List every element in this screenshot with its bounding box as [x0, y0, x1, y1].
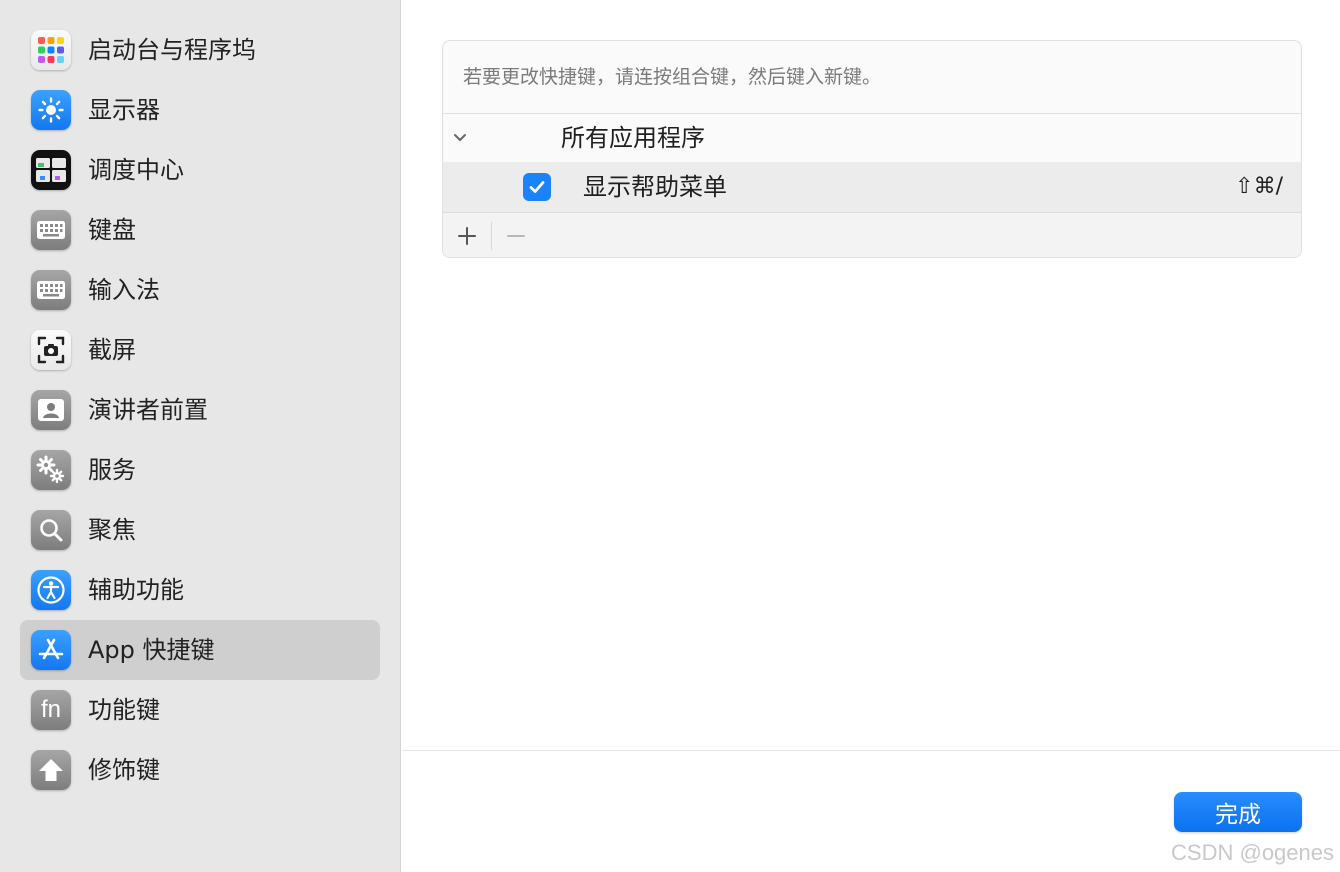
modifier-key-icon [31, 750, 71, 790]
sidebar-item-launchpad-dock[interactable]: 启动台与程序坞 [20, 20, 380, 80]
minus-icon [507, 235, 525, 237]
sidebar-item-function-keys[interactable]: fn 功能键 [20, 680, 380, 740]
sidebar-item-label: 启动台与程序坞 [88, 36, 256, 64]
sidebar-item-label: 输入法 [88, 276, 160, 304]
sidebar-item-app-shortcuts[interactable]: App 快捷键 [20, 620, 380, 680]
sidebar-item-label: 聚焦 [88, 516, 136, 544]
spotlight-icon [31, 510, 71, 550]
panel-toolbar [443, 213, 1301, 257]
sidebar-item-label: 调度中心 [88, 156, 184, 184]
sidebar-item-screenshot[interactable]: 截屏 [20, 320, 380, 380]
sidebar-item-keyboard[interactable]: 键盘 [20, 200, 380, 260]
display-icon [31, 90, 71, 130]
sidebar-item-mission-control[interactable]: 调度中心 [20, 140, 380, 200]
sidebar-item-label: 功能键 [88, 696, 160, 724]
footer-divider [402, 750, 1340, 751]
keyboard-icon [31, 210, 71, 250]
main-content: 若要更改快捷键，请连按组合键，然后键入新键。 所有应用程序 显示帮助菜单 ⇧⌘/ [402, 0, 1340, 872]
sidebar-item-spotlight[interactable]: 聚焦 [20, 500, 380, 560]
sidebar-item-label: App 快捷键 [88, 636, 215, 664]
fn-key-text: fn [40, 696, 61, 723]
launchpad-icon [31, 30, 71, 70]
sidebar-item-label: 显示器 [88, 96, 160, 124]
sidebar-item-label: 辅助功能 [88, 576, 184, 604]
plus-icon [458, 227, 476, 245]
services-icon [31, 450, 71, 490]
app-store-icon [31, 630, 71, 670]
add-shortcut-button[interactable] [452, 221, 482, 251]
input-method-icon [31, 270, 71, 310]
shortcut-hint: 若要更改快捷键，请连按组合键，然后键入新键。 [463, 66, 882, 88]
remove-shortcut-button[interactable] [501, 221, 531, 251]
screenshot-icon [31, 330, 71, 370]
checkmark-icon [529, 181, 545, 193]
sidebar-item-services[interactable]: 服务 [20, 440, 380, 500]
shortcut-enabled-checkbox[interactable] [523, 173, 551, 201]
accessibility-icon [31, 570, 71, 610]
mission-control-icon [31, 150, 71, 190]
presenter-overlay-icon [31, 390, 71, 430]
sidebar-item-accessibility[interactable]: 辅助功能 [20, 560, 380, 620]
shortcut-menu-title: 显示帮助菜单 [583, 173, 727, 201]
sidebar-item-label: 服务 [88, 456, 136, 484]
sidebar-item-label: 键盘 [88, 216, 136, 244]
group-label: 所有应用程序 [561, 124, 705, 152]
sidebar-item-label: 截屏 [88, 336, 136, 364]
toolbar-separator [491, 222, 492, 250]
group-row-all-apps[interactable]: 所有应用程序 [443, 114, 1301, 162]
fn-key-icon: fn [31, 690, 71, 730]
shortcut-keys[interactable]: ⇧⌘/ [1235, 162, 1283, 212]
sidebar-item-label: 演讲者前置 [88, 396, 208, 424]
shortcut-row[interactable]: 显示帮助菜单 ⇧⌘/ [443, 162, 1301, 212]
sidebar: 启动台与程序坞 显示器 调度中心 键盘 输入法 截屏 演讲者前置 服务 聚焦 辅… [0, 0, 401, 872]
sidebar-item-label: 修饰键 [88, 756, 160, 784]
sidebar-item-modifier-keys[interactable]: 修饰键 [20, 740, 380, 800]
watermark: CSDN @ogenes [1171, 840, 1334, 865]
chevron-down-icon[interactable] [451, 128, 469, 146]
shortcuts-panel: 若要更改快捷键，请连按组合键，然后键入新键。 所有应用程序 显示帮助菜单 ⇧⌘/ [442, 40, 1302, 258]
done-button[interactable]: 完成 [1174, 792, 1302, 832]
sidebar-item-presenter-overlay[interactable]: 演讲者前置 [20, 380, 380, 440]
sidebar-item-input-method[interactable]: 输入法 [20, 260, 380, 320]
sidebar-item-displays[interactable]: 显示器 [20, 80, 380, 140]
